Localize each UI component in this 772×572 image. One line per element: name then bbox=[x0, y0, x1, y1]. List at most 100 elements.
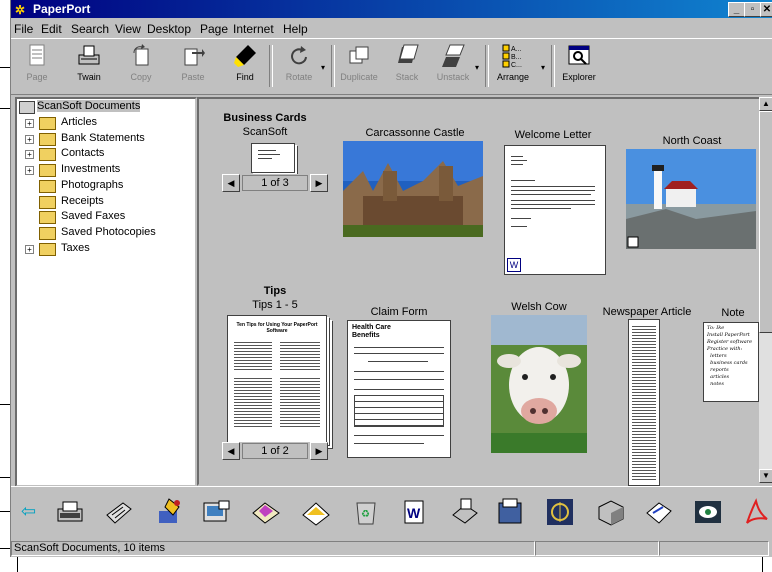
scanner-send-icon[interactable] bbox=[201, 497, 231, 527]
welsh-cow-photo[interactable] bbox=[491, 315, 587, 453]
tree-item[interactable]: Photographs bbox=[25, 179, 123, 193]
tree-item[interactable]: Saved Photocopies bbox=[25, 225, 156, 240]
tree-item[interactable]: Receipts bbox=[25, 195, 104, 209]
north-coast-photo[interactable] bbox=[626, 149, 756, 249]
rotate-icon bbox=[291, 46, 307, 65]
tree-item-label: Contacts bbox=[61, 147, 105, 160]
expand-plus-icon[interactable]: + bbox=[25, 119, 34, 128]
envelope-icon[interactable] bbox=[251, 497, 281, 527]
claim-form-title: Health Care Benefits bbox=[352, 324, 391, 339]
rotate-dropdown-icon[interactable]: ▾ bbox=[321, 63, 325, 72]
expand-plus-icon[interactable]: + bbox=[25, 166, 34, 176]
fax-icon[interactable] bbox=[103, 497, 133, 527]
newspaper-label: Newspaper Article bbox=[602, 306, 692, 318]
send-document-icon[interactable] bbox=[643, 497, 673, 527]
tree-item[interactable]: Saved Faxes bbox=[25, 210, 125, 225]
prev-page-arrow-icon[interactable]: ◀ bbox=[222, 442, 240, 460]
word-icon[interactable]: W bbox=[399, 497, 429, 527]
expand-plus-icon[interactable]: + bbox=[25, 150, 34, 160]
menu-desktop[interactable]: Desktop bbox=[147, 22, 191, 36]
stack-button[interactable]: Stack bbox=[385, 43, 429, 89]
scroll-down-arrow-icon[interactable]: ▼ bbox=[759, 469, 772, 483]
folder-icon bbox=[39, 164, 56, 178]
doc-line bbox=[258, 154, 280, 155]
copy-label: Copy bbox=[130, 72, 152, 82]
tree-root-label: ScanSoft Documents bbox=[37, 100, 141, 112]
doc-line bbox=[511, 226, 527, 227]
rotate-button[interactable]: Rotate bbox=[277, 43, 321, 89]
tree-item[interactable]: + Articles bbox=[25, 116, 97, 130]
close-button[interactable]: ✕ bbox=[760, 2, 772, 17]
prev-page-arrow-icon[interactable]: ◀ bbox=[222, 174, 240, 192]
status-pane bbox=[535, 541, 659, 556]
maximize-button[interactable]: ▫ bbox=[744, 2, 761, 17]
tips-stack[interactable]: Ten Tips for Using Your PaperPort Softwa… bbox=[227, 315, 327, 443]
copy-button[interactable]: Copy bbox=[119, 43, 163, 89]
cube-icon[interactable] bbox=[595, 497, 625, 527]
arrange-dropdown-icon[interactable]: ▾ bbox=[541, 63, 545, 72]
menu-edit[interactable]: Edit bbox=[41, 22, 62, 36]
tree-item[interactable]: + Contacts bbox=[25, 147, 105, 162]
printer-icon[interactable] bbox=[449, 497, 479, 527]
tree-item[interactable]: + Bank Statements bbox=[25, 132, 145, 146]
next-page-arrow-icon[interactable]: ▶ bbox=[310, 442, 328, 460]
welcome-letter-doc[interactable]: W bbox=[504, 145, 606, 275]
tree-item-label: Investments bbox=[61, 163, 121, 176]
minimize-button[interactable]: _ bbox=[728, 2, 745, 17]
explorer-icon bbox=[568, 45, 590, 65]
doc-line bbox=[511, 208, 571, 209]
menu-internet[interactable]: Internet bbox=[233, 22, 274, 36]
toolbar: Page Twain Copy Paste Find Rotate ▾ Dupl… bbox=[11, 38, 772, 95]
window-title: PaperPort bbox=[33, 2, 91, 16]
folder-icon bbox=[39, 179, 56, 193]
acrobat-icon[interactable] bbox=[741, 497, 771, 527]
note-doc[interactable]: To: Ike Install PaperPort Register softw… bbox=[703, 322, 759, 402]
tree-root[interactable]: ScanSoft Documents bbox=[19, 100, 141, 114]
scroll-thumb[interactable] bbox=[759, 111, 772, 333]
scroll-up-arrow-icon[interactable]: ▲ bbox=[759, 97, 772, 111]
find-button[interactable]: Find bbox=[223, 43, 267, 89]
carcassonne-castle-photo[interactable] bbox=[343, 141, 483, 237]
menu-view[interactable]: View bbox=[115, 22, 141, 36]
page-button[interactable]: Page bbox=[15, 43, 59, 89]
newspaper-doc[interactable] bbox=[628, 319, 660, 486]
scroll-left-arrow-icon[interactable]: ⇦ bbox=[21, 501, 51, 531]
mail-server-icon[interactable] bbox=[495, 497, 525, 527]
recycle-bin-icon[interactable]: ♻ bbox=[351, 497, 381, 527]
doc-line bbox=[258, 150, 276, 151]
expand-plus-icon[interactable]: + bbox=[25, 134, 34, 144]
twain-label: Twain bbox=[77, 72, 101, 82]
tree-item[interactable]: + Taxes bbox=[25, 242, 90, 256]
tree-item-label: Saved Photocopies bbox=[61, 225, 156, 238]
business-cards-stack[interactable] bbox=[251, 143, 295, 173]
ink-icon[interactable] bbox=[155, 497, 185, 527]
eye-icon[interactable] bbox=[693, 497, 723, 527]
explorer-button[interactable]: Explorer bbox=[557, 43, 601, 89]
next-page-arrow-icon[interactable]: ▶ bbox=[310, 174, 328, 192]
expand-plus-icon[interactable]: + bbox=[25, 244, 34, 254]
paste-icon bbox=[184, 48, 205, 66]
doc-line bbox=[511, 190, 595, 191]
bridge-icon[interactable] bbox=[545, 497, 575, 527]
doc-line bbox=[354, 389, 444, 390]
tree-item[interactable]: + Investments bbox=[25, 163, 121, 178]
mail-icon[interactable] bbox=[301, 497, 331, 527]
send-to-bar: ⇦ ♻ W bbox=[11, 486, 772, 537]
claim-form-doc[interactable]: Health Care Benefits bbox=[347, 320, 451, 458]
menu-search[interactable]: Search bbox=[71, 22, 109, 36]
typewriter-icon[interactable] bbox=[55, 497, 85, 527]
flashlight-icon bbox=[234, 45, 256, 67]
vertical-scrollbar[interactable]: ▲ ▼ bbox=[759, 97, 772, 483]
paste-button[interactable]: Paste bbox=[171, 43, 215, 89]
status-text: ScanSoft Documents, 10 items bbox=[11, 541, 535, 556]
menu-page[interactable]: Page bbox=[200, 22, 228, 36]
menu-file[interactable]: File bbox=[14, 22, 33, 36]
arrange-button[interactable]: A... B... C... Arrange bbox=[491, 43, 535, 89]
unstack-button[interactable]: Unstack bbox=[431, 43, 475, 89]
duplicate-button[interactable]: Duplicate bbox=[337, 43, 381, 89]
folder-icon bbox=[39, 117, 56, 130]
unstack-label: Unstack bbox=[436, 72, 470, 82]
menu-help[interactable]: Help bbox=[283, 22, 308, 36]
unstack-dropdown-icon[interactable]: ▾ bbox=[475, 63, 479, 72]
twain-button[interactable]: Twain bbox=[67, 43, 111, 89]
